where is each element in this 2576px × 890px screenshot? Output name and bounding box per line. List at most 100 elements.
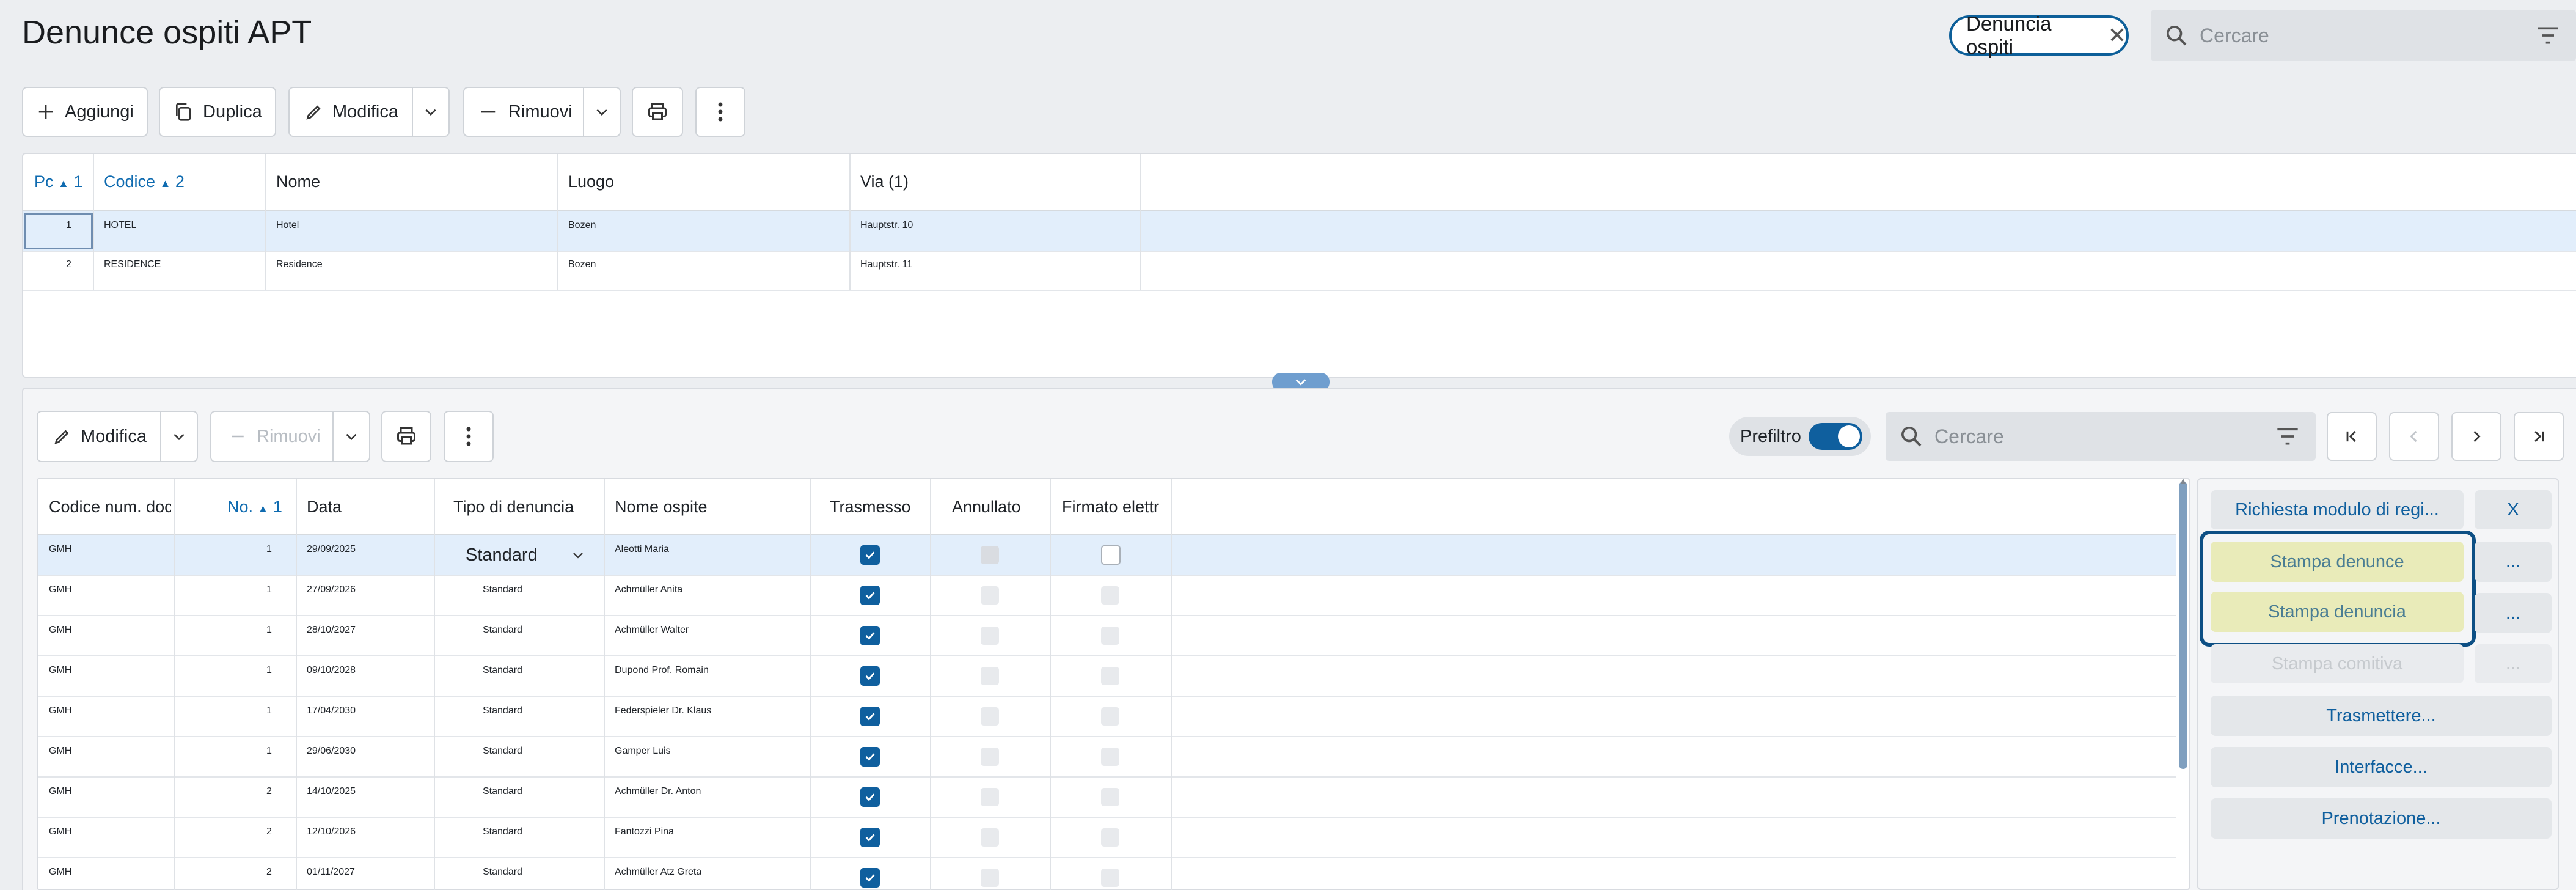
annullato-checkbox[interactable] <box>981 748 999 766</box>
col-header-nome-ospite[interactable]: Nome ospite <box>615 498 708 517</box>
print-button[interactable] <box>632 87 683 137</box>
remove-dropdown-toggle[interactable] <box>583 88 620 136</box>
first-page-button[interactable] <box>2327 412 2377 461</box>
filter-chip[interactable]: Denuncia ospiti ✕ <box>1949 12 2129 58</box>
firmato-checkbox[interactable] <box>1101 667 1119 685</box>
remove-document-button[interactable]: Rimuovi <box>210 411 370 462</box>
firmato-checkbox[interactable] <box>1101 869 1119 887</box>
previous-page-button[interactable] <box>2389 412 2439 461</box>
firmato-checkbox[interactable] <box>1101 586 1119 605</box>
annullato-checkbox[interactable] <box>981 828 999 847</box>
prefilter-toggle[interactable]: Prefiltro <box>1729 417 1871 456</box>
edit-document-dropdown[interactable] <box>160 412 197 461</box>
tipo-select[interactable]: Standard <box>434 535 604 575</box>
trasmesso-checkbox[interactable] <box>860 626 880 645</box>
add-button[interactable]: Aggiungi <box>22 87 148 137</box>
focused-cell[interactable] <box>24 213 93 249</box>
global-search[interactable]: Cercare <box>2151 10 2576 61</box>
print-report-button[interactable]: Stampa denuncia <box>2211 592 2464 632</box>
cell-data: 29/06/2030 <box>307 746 356 756</box>
cell-nome-ospite: Achmüller Walter <box>615 625 689 635</box>
cell-codice: GMH <box>49 867 72 877</box>
filter-icon[interactable] <box>2275 426 2300 447</box>
remove-button[interactable]: Rimuovi <box>463 87 621 137</box>
col-header-no[interactable]: No. ▲ 1 <box>227 498 282 517</box>
trasmesso-checkbox[interactable] <box>860 787 880 807</box>
print-reports-more-button[interactable]: ... <box>2475 542 2552 582</box>
firmato-checkbox[interactable] <box>1101 707 1119 726</box>
table-row-selected[interactable] <box>23 211 2576 251</box>
minus-icon <box>481 111 496 113</box>
chevron-down-icon <box>174 433 185 441</box>
edit-button[interactable]: Modifica <box>288 87 450 137</box>
trasmesso-checkbox[interactable] <box>860 545 880 565</box>
edit-dropdown-toggle[interactable] <box>412 88 448 136</box>
trasmesso-checkbox[interactable] <box>860 666 880 686</box>
duplicate-button[interactable]: Duplica <box>159 87 276 137</box>
annullato-checkbox[interactable] <box>981 586 999 605</box>
more-options-document-button[interactable] <box>444 411 494 462</box>
cell-nome-ospite: Fantozzi Pina <box>615 826 674 837</box>
search-input[interactable]: Cercare <box>2200 24 2269 47</box>
firmato-checkbox[interactable] <box>1101 545 1121 565</box>
trasmesso-checkbox[interactable] <box>860 868 880 888</box>
trasmesso-checkbox[interactable] <box>860 707 880 726</box>
print-document-button[interactable] <box>381 411 431 462</box>
annullato-checkbox[interactable] <box>981 667 999 685</box>
remove-button-label: Rimuovi <box>508 101 573 122</box>
col-header-data[interactable]: Data <box>307 498 342 517</box>
registration-form-request-button[interactable]: Richiesta modulo di regi... <box>2211 490 2464 529</box>
print-group-more-button[interactable]: ... <box>2475 644 2552 683</box>
firmato-checkbox[interactable] <box>1101 828 1119 847</box>
firmato-checkbox[interactable] <box>1101 788 1119 806</box>
scroll-up-arrow[interactable]: ▲ <box>2179 476 2187 485</box>
col-header-trasmesso[interactable]: Trasmesso <box>830 498 911 517</box>
last-page-button[interactable] <box>2514 412 2564 461</box>
col-header-luogo[interactable]: Luogo <box>568 172 614 191</box>
trasmesso-checkbox[interactable] <box>860 586 880 605</box>
pencil-icon <box>54 430 69 444</box>
firmato-checkbox[interactable] <box>1101 748 1119 766</box>
col-header-tipo[interactable]: Tipo di denuncia <box>453 498 574 517</box>
interfaces-button[interactable]: Interfacce... <box>2211 747 2552 787</box>
document-search-input[interactable]: Cercare <box>1934 425 2004 448</box>
cell-data: 29/09/2025 <box>307 544 356 554</box>
close-panel-button[interactable]: X <box>2475 490 2552 529</box>
more-options-button[interactable] <box>695 87 745 137</box>
annullato-checkbox[interactable] <box>981 627 999 645</box>
edit-document-button[interactable]: Modifica <box>37 411 198 462</box>
annullato-checkbox[interactable] <box>981 707 999 726</box>
remove-document-dropdown[interactable] <box>332 412 369 461</box>
col-header-codice[interactable]: Codice ▲ 2 <box>104 172 185 191</box>
col-header-nome[interactable]: Nome <box>276 172 320 191</box>
annullato-checkbox[interactable] <box>981 546 999 564</box>
printer-icon <box>648 103 667 120</box>
filter-icon[interactable] <box>2536 25 2560 46</box>
cell-data: 12/10/2026 <box>307 826 356 837</box>
print-reports-button[interactable]: Stampa denunce <box>2211 542 2464 582</box>
firmato-checkbox[interactable] <box>1101 627 1119 645</box>
col-header-codice-num-doc[interactable]: Codice num. doc <box>49 498 171 517</box>
trasmesso-checkbox[interactable] <box>860 828 880 847</box>
col-header-pc[interactable]: Pc ▲ 1 <box>34 172 82 191</box>
add-button-label: Aggiungi <box>65 101 134 122</box>
scrollbar-thumb[interactable] <box>2179 482 2187 769</box>
booking-button[interactable]: Prenotazione... <box>2211 798 2552 839</box>
annullato-checkbox[interactable] <box>981 788 999 806</box>
trasmesso-checkbox[interactable] <box>860 747 880 767</box>
filter-chip-label: Denuncia ospiti <box>1966 12 2052 58</box>
col-header-via[interactable]: Via (1) <box>860 172 909 191</box>
col-header-firmato[interactable]: Firmato elettr <box>1062 498 1169 517</box>
cell-pc: 2 <box>66 259 71 270</box>
transmit-button[interactable]: Trasmettere... <box>2211 696 2552 736</box>
cell-data: 17/04/2030 <box>307 705 356 716</box>
print-report-more-button[interactable]: ... <box>2475 593 2552 633</box>
col-header-annullato[interactable]: Annullato <box>952 498 1021 517</box>
next-page-button[interactable] <box>2451 412 2501 461</box>
prefilter-switch[interactable] <box>1808 423 1862 450</box>
print-group-button[interactable]: Stampa comitiva <box>2211 644 2464 683</box>
cell-nome-ospite: Achmüller Dr. Anton <box>615 786 701 796</box>
annullato-checkbox[interactable] <box>981 869 999 887</box>
close-icon[interactable]: ✕ <box>2108 23 2126 48</box>
document-search[interactable]: Cercare <box>1886 412 2316 461</box>
